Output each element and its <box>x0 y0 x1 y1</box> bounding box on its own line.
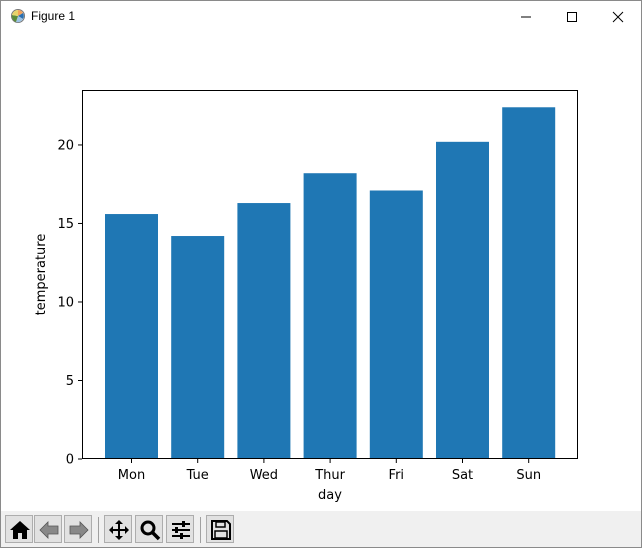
figure-canvas[interactable]: 0 5 10 15 20 Mon Tue Wed Thur Fri Sat Sun day tempera… <box>1 32 641 510</box>
zoom-icon <box>140 520 161 541</box>
y-axis-label: temperature <box>34 234 49 316</box>
subplots-button[interactable] <box>166 515 194 543</box>
x-tick-label: Sat <box>452 468 473 483</box>
y-tick-label: 5 <box>66 374 74 389</box>
y-tick-label: 15 <box>57 217 74 232</box>
minimize-icon <box>521 16 531 18</box>
forward-icon <box>69 521 89 539</box>
figure-window: Figure 1 0 5 10 15 20 Mon Tue Wed Thur Fri Sat Sun d… <box>0 0 642 548</box>
maximize-icon <box>567 12 577 22</box>
forward-button[interactable] <box>64 515 92 543</box>
close-button[interactable] <box>595 1 641 32</box>
subplots-icon <box>172 521 190 539</box>
close-icon <box>612 11 624 23</box>
home-button[interactable] <box>5 515 33 543</box>
x-tick-label: Mon <box>118 468 145 483</box>
x-tick-label: Tue <box>186 468 209 483</box>
zoom-button[interactable] <box>135 515 163 543</box>
x-tick-label: Fri <box>389 468 405 483</box>
window-title: Figure 1 <box>31 9 76 23</box>
pan-button[interactable] <box>104 515 132 543</box>
bar-mon <box>105 214 158 459</box>
y-tick-label: 20 <box>57 138 74 153</box>
bar-thur <box>303 173 357 459</box>
bar-sun <box>502 107 556 459</box>
x-tick-label: Wed <box>250 468 278 483</box>
save-icon <box>211 520 231 540</box>
y-tick-label: 0 <box>66 453 74 468</box>
y-tick-label: 10 <box>57 295 74 310</box>
minimize-button[interactable] <box>503 1 549 32</box>
back-button[interactable] <box>34 515 62 543</box>
title-bar: Figure 1 <box>1 1 641 32</box>
bar-sat <box>436 141 489 459</box>
navigation-toolbar <box>1 511 641 547</box>
pan-icon <box>109 520 129 540</box>
home-icon <box>10 521 30 539</box>
bar-fri <box>369 190 423 459</box>
maximize-button[interactable] <box>549 1 595 32</box>
toolbar-separator <box>98 517 99 543</box>
x-tick-label: Thur <box>314 468 345 483</box>
x-axis-label: day <box>318 488 342 503</box>
back-icon <box>39 521 59 539</box>
save-button[interactable] <box>206 515 234 543</box>
matplotlib-logo-icon <box>10 8 26 24</box>
bar-tue <box>171 236 225 459</box>
bar-wed <box>237 203 291 459</box>
toolbar-separator <box>200 517 201 543</box>
bar-chart: 0 5 10 15 20 Mon Tue Wed Thur Fri Sat Sun day tempera… <box>34 90 578 503</box>
x-tick-label: Sun <box>516 468 541 483</box>
